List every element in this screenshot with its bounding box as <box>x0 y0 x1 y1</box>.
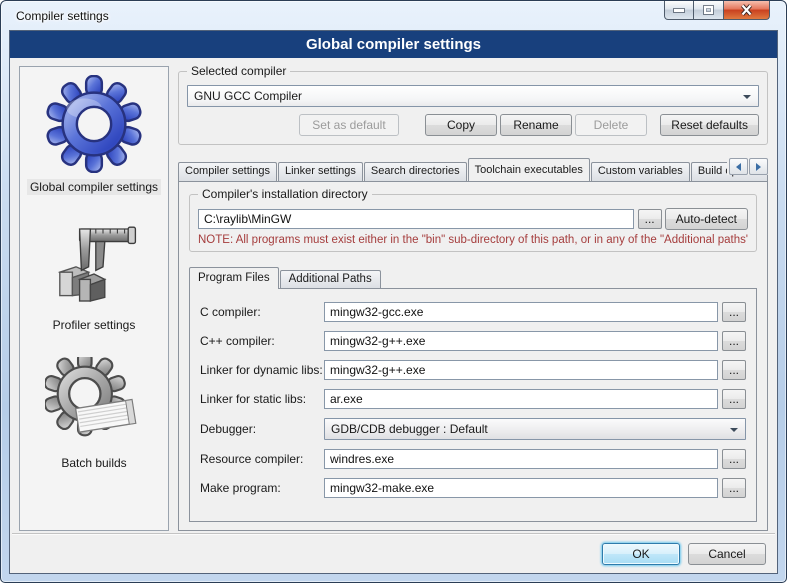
blue-gear-icon <box>45 75 143 173</box>
browse-dynamic-linker-button[interactable]: ... <box>722 360 746 380</box>
browse-directory-button[interactable]: ... <box>638 209 662 229</box>
field-label: Make program: <box>200 481 324 495</box>
debugger-value: GDB/CDB debugger : Default <box>331 422 488 436</box>
subtab-program-files[interactable]: Program Files <box>189 267 279 289</box>
browse-make-program-button[interactable]: ... <box>722 478 746 498</box>
tab-search-directories[interactable]: Search directories <box>364 162 467 181</box>
field-label: C compiler: <box>200 305 324 319</box>
tab-scroll-controls <box>727 158 768 175</box>
chevron-down-icon <box>743 95 751 99</box>
tab-linker-settings[interactable]: Linker settings <box>278 162 363 181</box>
dynamic-linker-input[interactable] <box>324 360 718 380</box>
compiler-settings-window: Compiler settings Global compiler settin… <box>0 0 787 583</box>
sidebar-item-global-compiler-settings[interactable]: Global compiler settings <box>27 75 161 195</box>
field-row-debugger: Debugger: GDB/CDB debugger : Default <box>200 418 746 440</box>
reset-defaults-button[interactable]: Reset defaults <box>660 114 759 136</box>
sidebar-item-label: Profiler settings <box>50 317 139 333</box>
installation-directory-group: Compiler's installation directory ... Au… <box>189 194 757 252</box>
titlebar[interactable]: Compiler settings <box>9 1 778 30</box>
arrow-right-icon <box>756 163 761 171</box>
browse-static-linker-button[interactable]: ... <box>722 389 746 409</box>
selected-compiler-value: GNU GCC Compiler <box>194 89 302 103</box>
subtab-additional-paths[interactable]: Additional Paths <box>280 270 381 288</box>
settings-category-list: Global compiler settings <box>19 66 169 531</box>
auto-detect-button[interactable]: Auto-detect <box>665 208 748 230</box>
dialog-client: Global compiler settings <box>9 30 778 574</box>
program-files-tabs: Program Files Additional Paths <box>189 266 757 288</box>
maximize-button[interactable] <box>694 1 724 20</box>
arrow-left-icon <box>736 163 741 171</box>
cpp-compiler-input[interactable] <box>324 331 718 351</box>
dialog-header: Global compiler settings <box>10 31 777 58</box>
rename-button[interactable]: Rename <box>500 114 572 136</box>
tab-compiler-settings[interactable]: Compiler settings <box>178 162 277 181</box>
selected-compiler-group-label: Selected compiler <box>187 64 290 78</box>
dialog-footer: OK Cancel <box>12 533 775 573</box>
program-files-panel: C compiler: ... C++ compiler: <box>189 288 757 522</box>
field-row-dynamic-linker: Linker for dynamic libs: ... <box>200 360 746 380</box>
tab-scroll-right-button[interactable] <box>749 158 768 175</box>
minimize-button[interactable] <box>664 1 694 20</box>
delete-button[interactable]: Delete <box>575 114 647 136</box>
selected-compiler-group: Selected compiler GNU GCC Compiler Set a… <box>178 71 768 145</box>
tab-scroll-left-button[interactable] <box>729 158 748 175</box>
field-row-cpp-compiler: C++ compiler: ... <box>200 331 746 351</box>
ok-button[interactable]: OK <box>602 543 680 565</box>
gray-gear-icon <box>45 357 143 449</box>
field-label: Resource compiler: <box>200 452 324 466</box>
browse-cpp-compiler-button[interactable]: ... <box>722 331 746 351</box>
sidebar-item-label: Global compiler settings <box>27 179 161 195</box>
field-row-resource-compiler: Resource compiler: ... <box>200 449 746 469</box>
close-icon <box>740 4 753 16</box>
field-label: Linker for dynamic libs: <box>200 363 324 377</box>
close-button[interactable] <box>724 1 770 20</box>
sidebar-item-label: Batch builds <box>58 455 129 471</box>
set-as-default-button[interactable]: Set as default <box>299 114 399 136</box>
browse-c-compiler-button[interactable]: ... <box>722 302 746 322</box>
dialog-header-title: Global compiler settings <box>306 36 481 53</box>
field-label: Debugger: <box>200 422 324 436</box>
field-row-make-program: Make program: ... <box>200 478 746 498</box>
compiler-tabs: Compiler settings Linker settings Search… <box>178 156 768 181</box>
debugger-dropdown[interactable]: GDB/CDB debugger : Default <box>324 418 746 440</box>
sidebar-item-batch-builds[interactable]: Batch builds <box>45 357 143 471</box>
window-controls <box>664 1 770 20</box>
browse-resource-compiler-button[interactable]: ... <box>722 449 746 469</box>
maximize-icon <box>704 6 713 14</box>
installation-directory-input[interactable] <box>198 209 634 229</box>
field-label: Linker for static libs: <box>200 392 324 406</box>
field-row-c-compiler: C compiler: ... <box>200 302 746 322</box>
installation-directory-group-label: Compiler's installation directory <box>198 187 372 201</box>
c-compiler-input[interactable] <box>324 302 718 322</box>
tab-custom-variables[interactable]: Custom variables <box>591 162 690 181</box>
installation-note: NOTE: All programs must exist either in … <box>198 234 748 246</box>
chevron-down-icon <box>730 428 738 432</box>
field-row-static-linker: Linker for static libs: ... <box>200 389 746 409</box>
window-title: Compiler settings <box>16 9 109 23</box>
make-program-input[interactable] <box>324 478 718 498</box>
cancel-button[interactable]: Cancel <box>688 543 766 565</box>
selected-compiler-dropdown[interactable]: GNU GCC Compiler <box>187 85 759 107</box>
tab-toolchain-executables[interactable]: Toolchain executables <box>468 158 590 181</box>
static-linker-input[interactable] <box>324 389 718 409</box>
copy-button[interactable]: Copy <box>425 114 497 136</box>
toolchain-executables-panel: Compiler's installation directory ... Au… <box>178 181 768 531</box>
sidebar-item-profiler-settings[interactable]: Profiler settings <box>49 219 139 333</box>
caliper-icon <box>49 219 139 311</box>
resource-compiler-input[interactable] <box>324 449 718 469</box>
field-label: C++ compiler: <box>200 334 324 348</box>
minimize-icon <box>674 9 684 12</box>
